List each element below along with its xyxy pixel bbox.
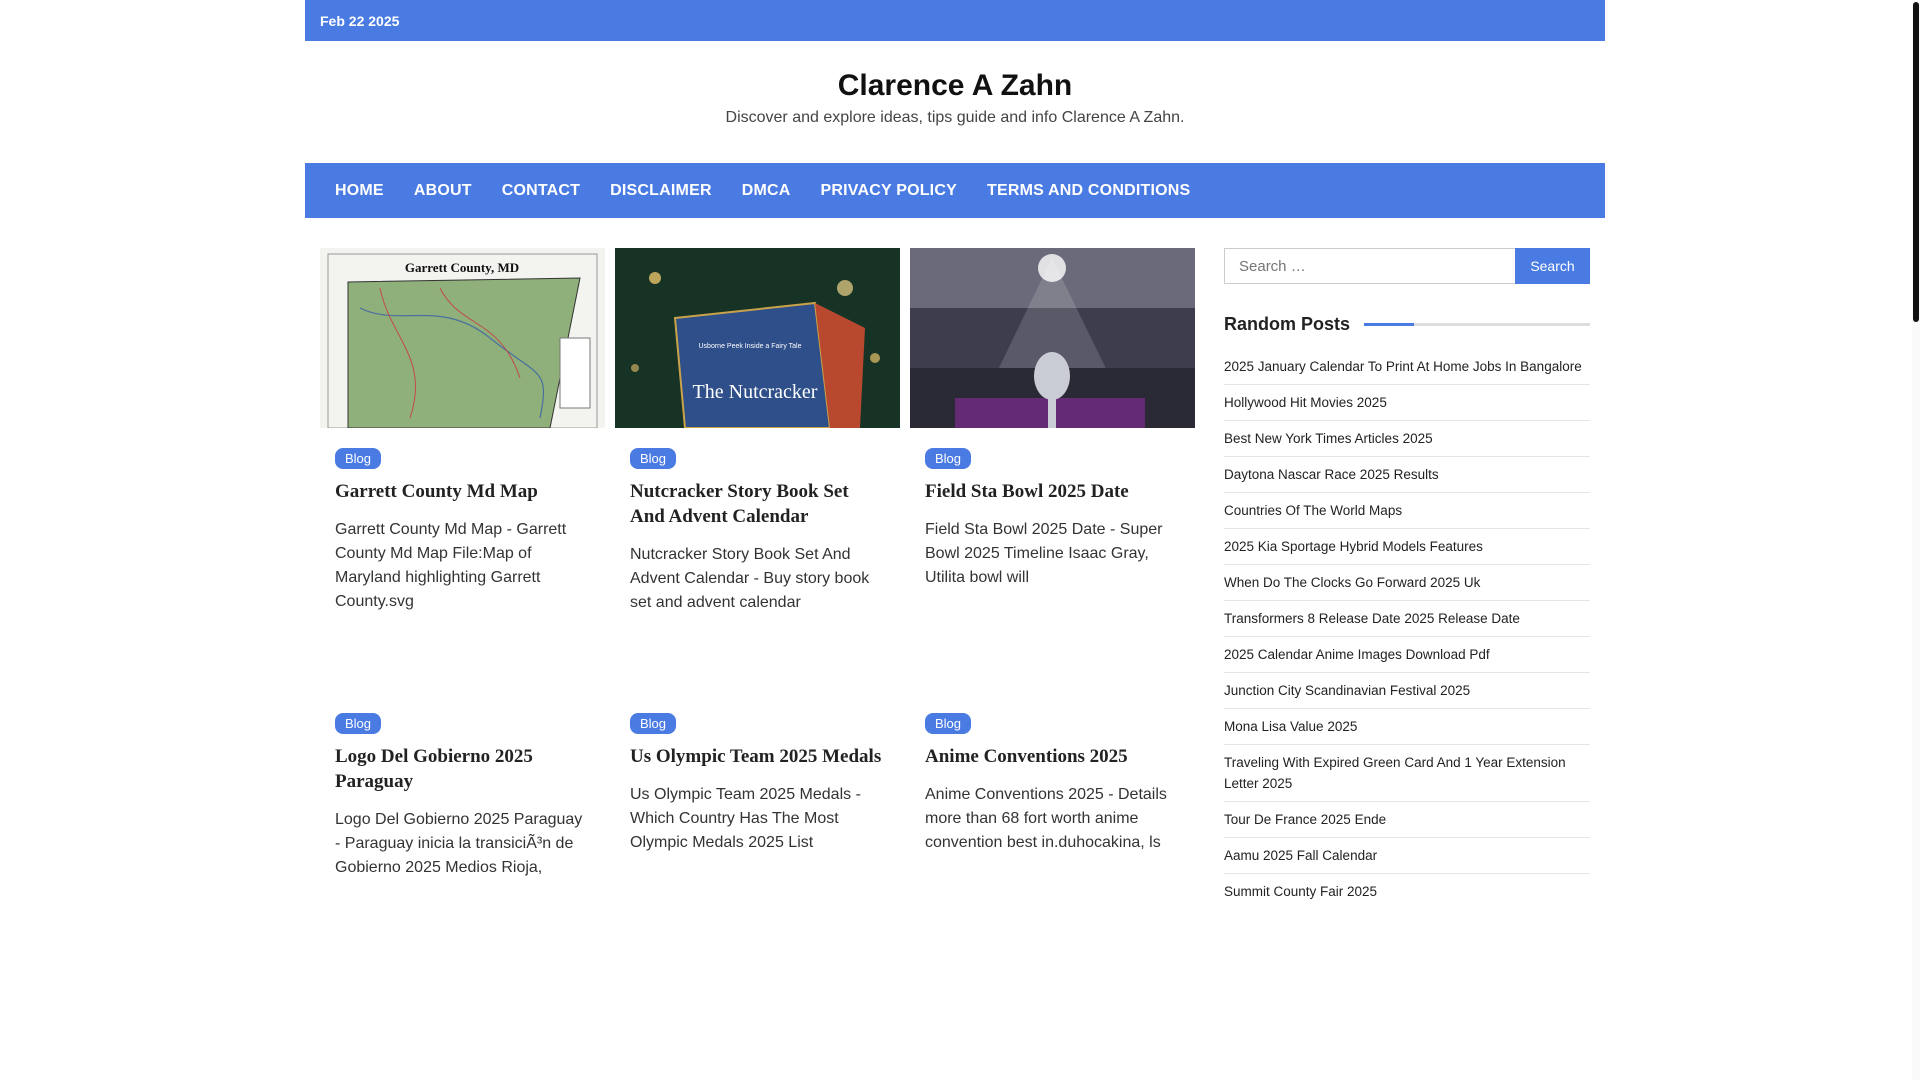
random-post-link[interactable]: When Do The Clocks Go Forward 2025 Uk <box>1224 565 1590 601</box>
current-date: Feb 22 2025 <box>320 12 400 29</box>
post-card: Blog Field Sta Bowl 2025 Date Field Sta … <box>910 248 1195 590</box>
post-title[interactable]: Anime Conventions 2025 <box>925 744 1180 769</box>
nav-privacy-policy[interactable]: PRIVACY POLICY <box>806 182 972 200</box>
post-title[interactable]: Garrett County Md Map <box>335 479 590 504</box>
nav-terms-and-conditions[interactable]: TERMS AND CONDITIONS <box>972 182 1205 200</box>
post-thumbnail-stadium[interactable] <box>910 248 1195 428</box>
post-title[interactable]: Logo Del Gobierno 2025 Paraguay <box>335 744 590 794</box>
book-caption: The Nutcracker <box>693 381 818 403</box>
random-post-link[interactable]: 2025 Kia Sportage Hybrid Models Features <box>1224 529 1590 565</box>
random-post-link[interactable]: Hollywood Hit Movies 2025 <box>1224 385 1590 421</box>
main-navigation: HOME ABOUT CONTACT DISCLAIMER DMCA PRIVA… <box>305 163 1605 218</box>
post-thumbnail-book[interactable]: Usborne Peek Inside a Fairy Tale The Nut… <box>615 248 900 428</box>
map-image: Garrett County, MD <box>320 248 605 428</box>
site-title[interactable]: Clarence A Zahn <box>305 41 1605 103</box>
category-badge[interactable]: Blog <box>925 713 972 734</box>
post-card: Blog Logo Del Gobierno 2025 Paraguay Log… <box>320 693 605 880</box>
map-caption: Garrett County, MD <box>405 260 519 275</box>
nav-contact[interactable]: CONTACT <box>487 182 595 200</box>
book-subcaption: Usborne Peek Inside a Fairy Tale <box>699 343 802 350</box>
search-button[interactable]: Search <box>1515 248 1590 284</box>
random-post-link[interactable]: Countries Of The World Maps <box>1224 493 1590 529</box>
random-post-link[interactable]: Daytona Nascar Race 2025 Results <box>1224 457 1590 493</box>
post-title[interactable]: Us Olympic Team 2025 Medals <box>630 744 885 769</box>
post-thumbnail-map[interactable]: Garrett County, MD <box>320 248 605 428</box>
search-form: Search <box>1224 248 1590 284</box>
random-post-link[interactable]: Aamu 2025 Fall Calendar <box>1224 838 1590 874</box>
post-card: Blog Anime Conventions 2025 Anime Conven… <box>910 693 1195 855</box>
post-card: Usborne Peek Inside a Fairy Tale The Nut… <box>615 248 900 615</box>
random-post-link[interactable]: Best New York Times Articles 2025 <box>1224 421 1590 457</box>
post-excerpt: Anime Conventions 2025 - Details more th… <box>925 786 1167 851</box>
site-header: Clarence A Zahn Discover and explore ide… <box>305 41 1605 163</box>
sidebar: Search Random Posts 2025 January Calenda… <box>1224 248 1590 909</box>
category-badge[interactable]: Blog <box>925 448 972 469</box>
nav-about[interactable]: ABOUT <box>399 182 487 200</box>
category-badge[interactable]: Blog <box>630 713 677 734</box>
scrollbar-thumb[interactable] <box>1913 2 1919 322</box>
page-wrapper: Feb 22 2025 Clarence A Zahn Discover and… <box>305 0 1605 899</box>
heading-divider <box>1364 323 1590 326</box>
post-card: Blog Us Olympic Team 2025 Medals Us Olym… <box>615 693 900 855</box>
random-post-link[interactable]: Tour De France 2025 Ende <box>1224 802 1590 838</box>
random-post-link[interactable]: 2025 January Calendar To Print At Home J… <box>1224 349 1590 385</box>
search-input[interactable] <box>1224 248 1515 284</box>
random-post-link[interactable]: Junction City Scandinavian Festival 2025 <box>1224 673 1590 709</box>
post-excerpt: Field Sta Bowl 2025 Date - Super Bowl 20… <box>925 521 1163 586</box>
nav-home[interactable]: HOME <box>320 182 399 200</box>
site-description: Discover and explore ideas, tips guide a… <box>725 109 1185 126</box>
nav-dmca[interactable]: DMCA <box>727 182 806 200</box>
random-post-link[interactable]: Traveling With Expired Green Card And 1 … <box>1224 745 1590 802</box>
random-post-link[interactable]: Mona Lisa Value 2025 <box>1224 709 1590 745</box>
book-image: Usborne Peek Inside a Fairy Tale The Nut… <box>615 248 900 428</box>
random-post-link[interactable]: Transformers 8 Release Date 2025 Release… <box>1224 601 1590 637</box>
post-excerpt: Us Olympic Team 2025 Medals - Which Coun… <box>630 786 861 851</box>
top-bar: Feb 22 2025 <box>305 0 1605 41</box>
category-badge[interactable]: Blog <box>630 448 677 469</box>
random-post-link[interactable]: 2025 Calendar Anime Images Download Pdf <box>1224 637 1590 673</box>
random-post-link[interactable]: Summit County Fair 2025 <box>1224 874 1590 909</box>
post-excerpt: Logo Del Gobierno 2025 Paraguay - Paragu… <box>335 811 583 876</box>
nav-disclaimer[interactable]: DISCLAIMER <box>595 182 727 200</box>
random-posts-heading: Random Posts <box>1224 314 1590 335</box>
post-title[interactable]: Field Sta Bowl 2025 Date <box>925 479 1180 504</box>
post-excerpt: Nutcracker Story Book Set And Advent Cal… <box>630 546 870 611</box>
random-posts-title: Random Posts <box>1224 314 1351 334</box>
post-title[interactable]: Nutcracker Story Book Set And Advent Cal… <box>630 479 885 529</box>
post-excerpt: Garrett County Md Map - Garrett County M… <box>335 521 567 610</box>
page-scrollbar[interactable] <box>1912 0 1920 1080</box>
category-badge[interactable]: Blog <box>335 713 382 734</box>
stadium-image <box>910 248 1195 428</box>
random-posts-list: 2025 January Calendar To Print At Home J… <box>1224 349 1590 909</box>
post-card: Garrett County, MD Blog Garrett County M… <box>320 248 605 614</box>
category-badge[interactable]: Blog <box>335 448 382 469</box>
